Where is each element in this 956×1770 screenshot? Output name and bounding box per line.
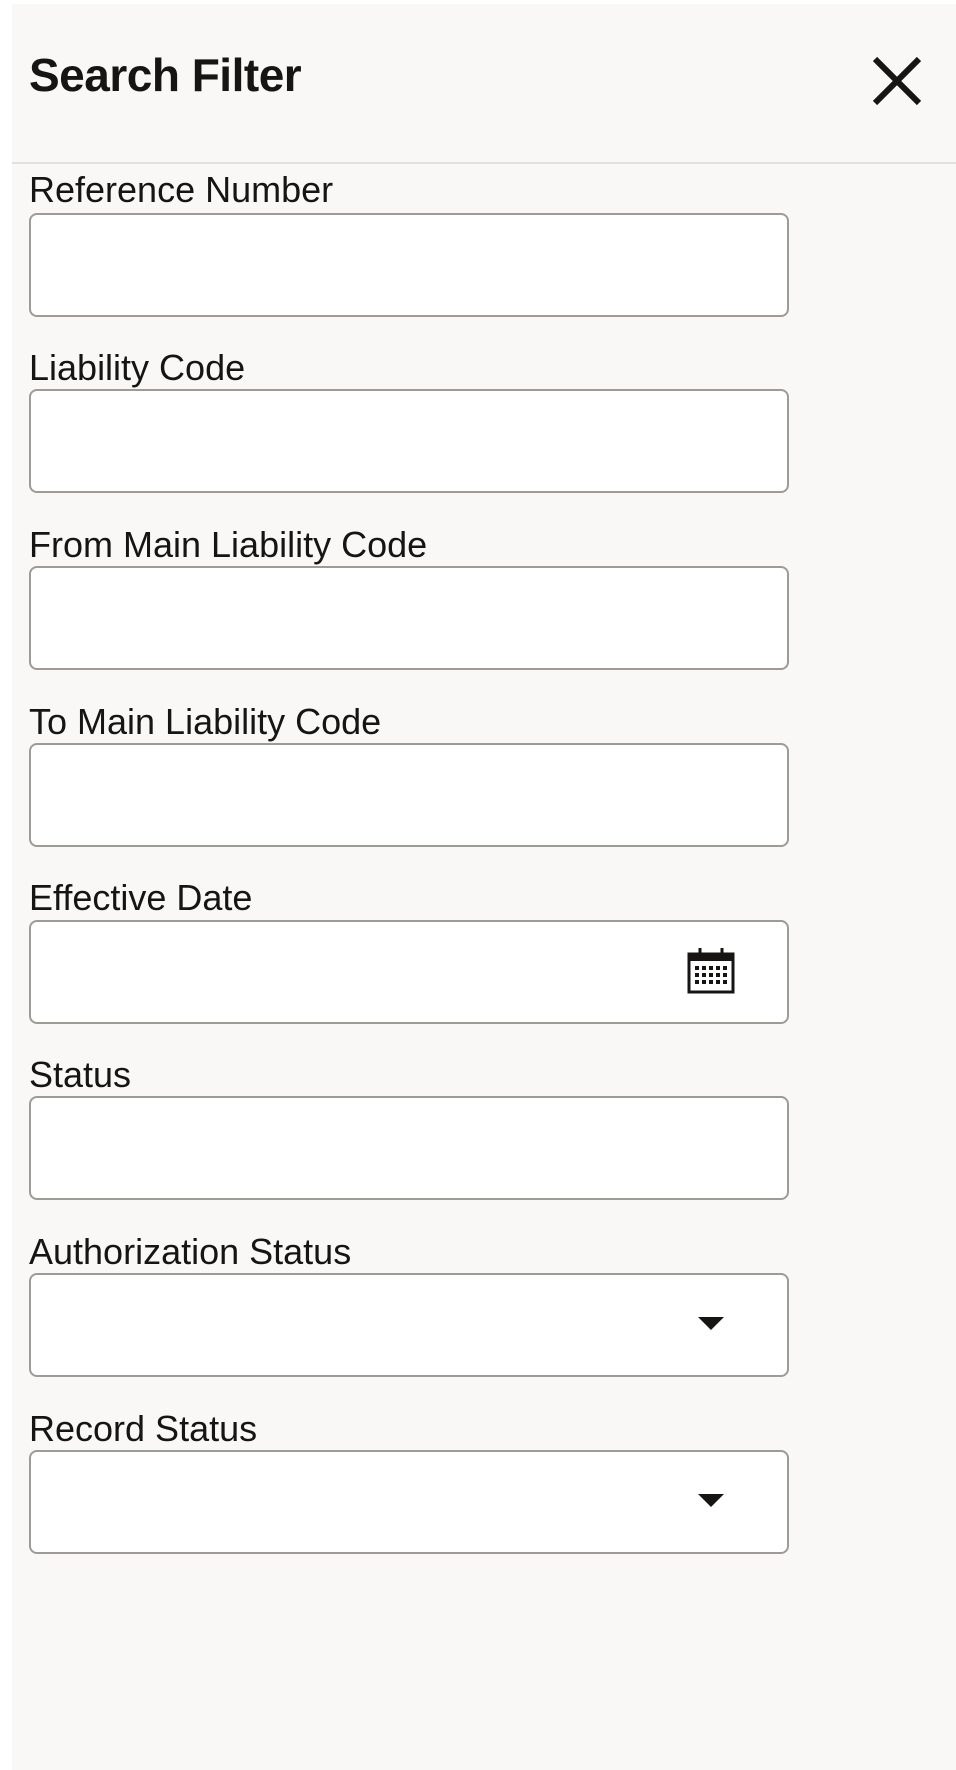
close-button[interactable] [862,48,932,118]
status-field[interactable] [29,1096,789,1200]
reference-number-field[interactable] [29,213,789,317]
date-picker-button[interactable] [681,922,741,1022]
reference-number-input[interactable] [45,215,685,315]
effective-date-field[interactable] [29,920,789,1024]
authorization-status-toggle[interactable] [686,1275,736,1375]
liability-code-label: Liability Code [29,347,246,388]
liability-code-field[interactable] [29,389,789,493]
panel-title: Search Filter [29,49,302,101]
liability-code-input[interactable] [45,391,685,491]
status-label: Status [29,1054,132,1095]
authorization-status-label: Authorization Status [29,1231,352,1272]
close-icon [869,53,925,114]
effective-date-label: Effective Date [29,877,253,918]
reference-number-label: Reference Number [29,169,334,210]
caret-down-icon [698,1492,724,1513]
panel-header: Search Filter [12,4,956,164]
to-main-liability-code-label: To Main Liability Code [29,701,382,742]
to-main-liability-code-input[interactable] [45,745,685,845]
from-main-liability-code-label: From Main Liability Code [29,524,428,565]
search-filter-panel: Search Filter Reference Number Liability… [12,4,956,1770]
record-status-select[interactable] [29,1450,789,1554]
status-input[interactable] [45,1098,685,1198]
caret-down-icon [698,1315,724,1336]
record-status-value [45,1452,645,1552]
record-status-toggle[interactable] [686,1452,736,1552]
authorization-status-value [45,1275,645,1375]
effective-date-input[interactable] [45,922,645,1022]
calendar-icon [687,946,735,999]
to-main-liability-code-field[interactable] [29,743,789,847]
authorization-status-select[interactable] [29,1273,789,1377]
from-main-liability-code-input[interactable] [45,568,685,668]
from-main-liability-code-field[interactable] [29,566,789,670]
record-status-label: Record Status [29,1408,258,1449]
